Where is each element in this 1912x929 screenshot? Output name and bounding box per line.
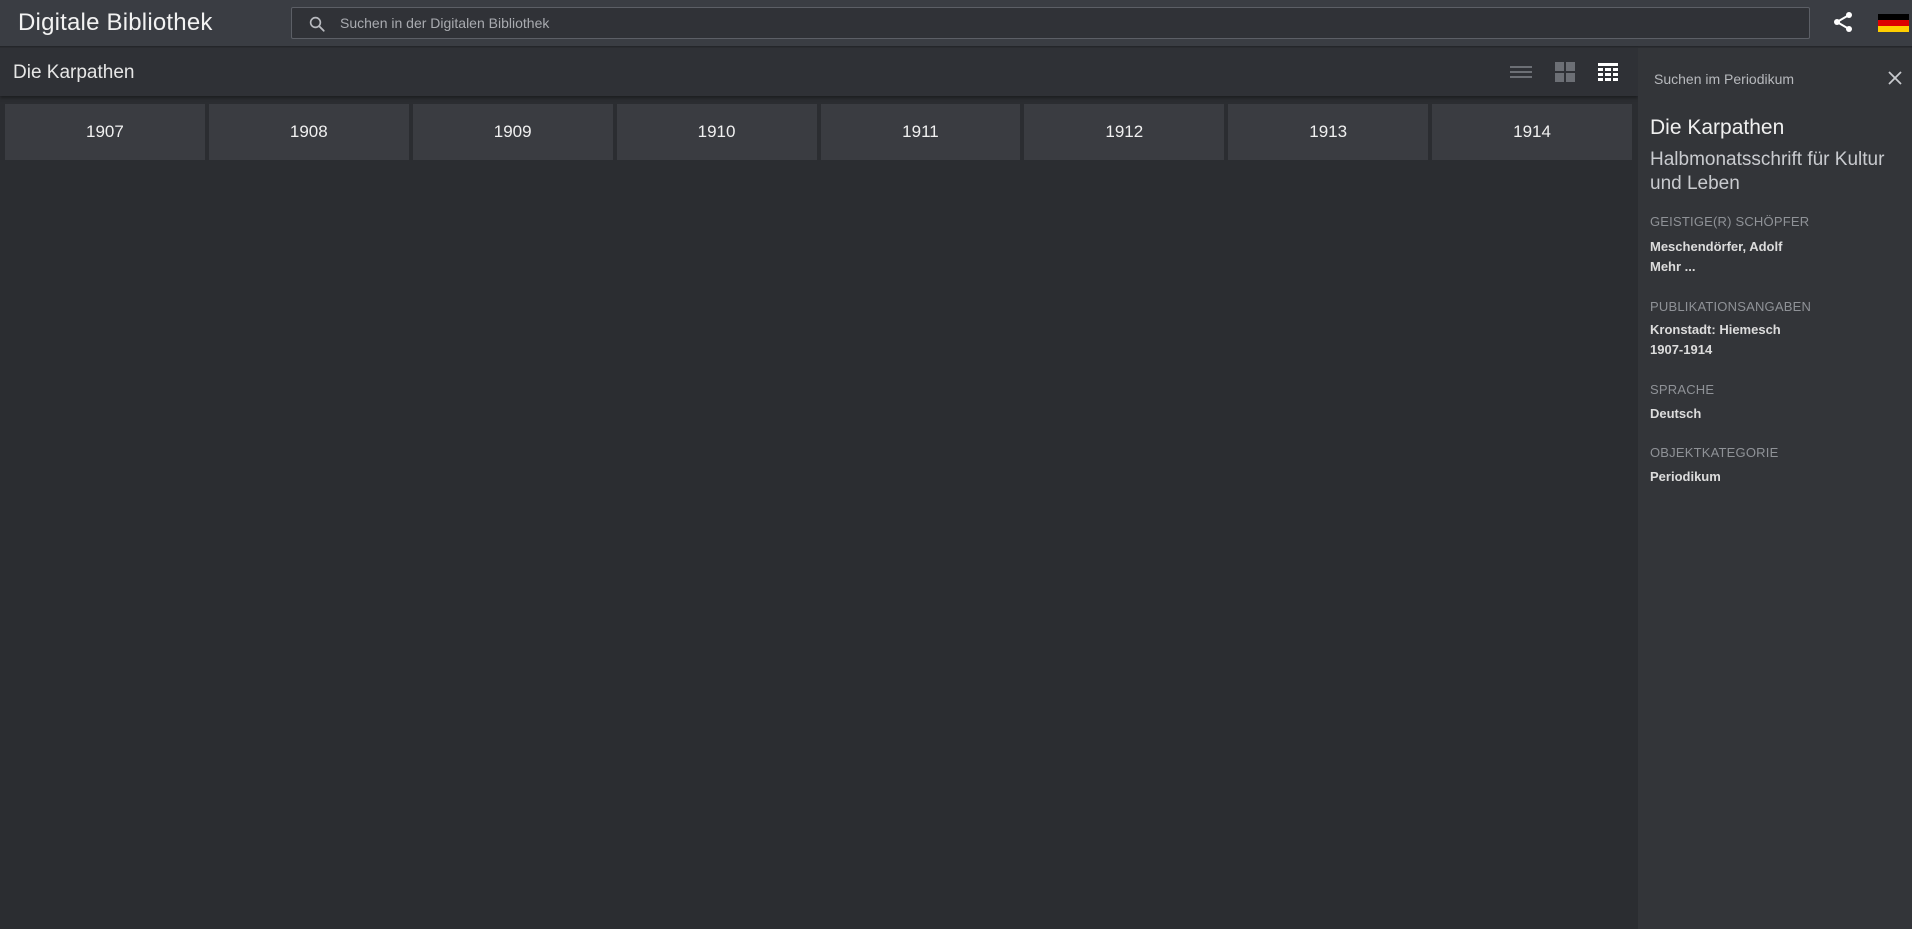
language-value: Deutsch [1650, 406, 1702, 421]
content-header: Die Karpathen [0, 48, 1638, 96]
category-value: Periodikum [1650, 469, 1721, 484]
year-tile-1910[interactable]: 1910 [616, 104, 817, 160]
share-icon[interactable] [1831, 10, 1855, 34]
publication-place: Kronstadt: Hiemesch [1650, 322, 1781, 337]
table-view-icon[interactable] [1597, 61, 1619, 83]
publication-label: PUBLIKATIONSANGABEN [1650, 299, 1812, 314]
panel-subtitle: Halbmonatsschrift für Kultur und Leben [1650, 149, 1885, 194]
close-icon[interactable] [1887, 70, 1903, 86]
creator-label: GEISTIGE(R) SCHÖPFER [1650, 214, 1810, 229]
year-tile-1911[interactable]: 1911 [820, 104, 1021, 160]
panel-title: Die Karpathen [1650, 116, 1785, 139]
year-tile-1907[interactable]: 1907 [5, 104, 205, 160]
year-tile-1913[interactable]: 1913 [1228, 104, 1429, 160]
page-title: Die Karpathen [13, 62, 135, 83]
app-title[interactable]: Digitale Bibliothek [18, 9, 213, 37]
flag-de-icon[interactable] [1878, 14, 1909, 32]
year-tile-1914[interactable]: 1914 [1432, 104, 1632, 160]
year-tile-1912[interactable]: 1912 [1024, 104, 1225, 160]
year-tile-1909[interactable]: 1909 [412, 104, 613, 160]
grid-view-icon[interactable] [1554, 61, 1576, 83]
year-tiles: 1907 1908 1909 1910 1911 1912 1913 1914 [5, 104, 1632, 160]
info-panel: Suchen im Periodikum Die Karpathen Halbm… [1638, 48, 1912, 929]
list-view-icon[interactable] [1510, 61, 1532, 83]
search-box[interactable] [291, 7, 1810, 39]
creator-value[interactable]: Meschendörfer, Adolf [1650, 237, 1782, 257]
category-label: OBJEKTKATEGORIE [1650, 445, 1779, 460]
top-bar: Digitale Bibliothek [0, 0, 1912, 47]
search-in-periodical-link[interactable]: Suchen im Periodikum [1654, 71, 1794, 87]
main-content: Die Karpathen 1907 1908 1909 1910 1911 1… [0, 48, 1638, 929]
year-tile-1908[interactable]: 1908 [208, 104, 409, 160]
publication-years: 1907-1914 [1650, 342, 1713, 357]
more-link[interactable]: Mehr ... [1650, 257, 1696, 277]
search-icon [309, 16, 325, 32]
search-input[interactable] [340, 8, 1790, 38]
language-label: SPRACHE [1650, 382, 1715, 397]
